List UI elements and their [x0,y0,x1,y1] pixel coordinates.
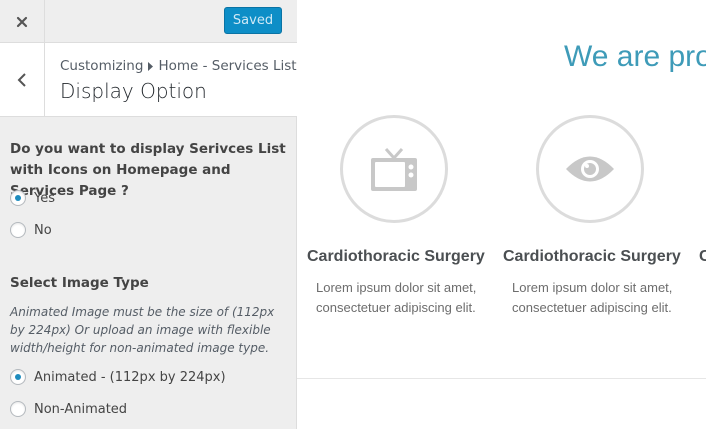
image-type-description: Animated Image must be the size of (112p… [10,305,275,355]
tv-icon [371,148,417,191]
service-title: C [699,248,706,265]
service-title: Cardiothoracic Surgery [503,248,681,265]
service-icon-circle [536,115,644,223]
section-divider [297,378,706,379]
caret-right-icon [148,61,154,71]
preview-headline: We are pro [564,40,706,73]
service-text: Lorem ipsum dolor sit amet, consectetuer… [512,280,673,315]
service-text: Lorem ipsum dolor sit amet, consectetuer… [316,280,477,315]
customizer-sidebar: Saved Customizing Home - Services List D… [0,0,297,429]
service-title: Cardiothoracic Surgery [307,248,485,265]
site-preview: We are pro Cardiothoracic Surgery Lorem … [297,0,706,429]
radio-no-control[interactable] [10,222,26,238]
radio-no[interactable]: No [10,222,52,238]
radio-yes[interactable]: Yes [10,190,55,206]
back-button[interactable] [0,43,45,116]
close-button[interactable] [0,0,45,43]
image-type-heading: Select Image Type [10,275,149,291]
radio-animated[interactable]: Animated - (112px by 224px) [10,369,226,385]
eye-icon [566,156,614,182]
page-title: Display Option [60,79,207,103]
chevron-left-icon [17,72,26,87]
radio-no-label: No [34,222,52,238]
breadcrumb-root: Customizing [60,58,144,74]
section-header: Customizing Home - Services List Display… [0,43,297,117]
breadcrumb: Customizing Home - Services List [60,58,297,74]
breadcrumb-section: Home - Services List [158,58,297,74]
radio-yes-label: Yes [34,190,55,206]
radio-animated-control[interactable] [10,369,26,385]
close-icon [16,16,28,27]
radio-yes-control[interactable] [10,190,26,206]
customizer-topbar: Saved [0,0,297,43]
radio-non-animated[interactable]: Non-Animated [10,401,127,417]
radio-non-animated-control[interactable] [10,401,26,417]
radio-non-animated-label: Non-Animated [34,401,128,417]
saved-button[interactable]: Saved [224,7,282,34]
service-icon-circle [340,115,448,223]
radio-animated-label: Animated - (112px by 224px) [34,369,226,385]
